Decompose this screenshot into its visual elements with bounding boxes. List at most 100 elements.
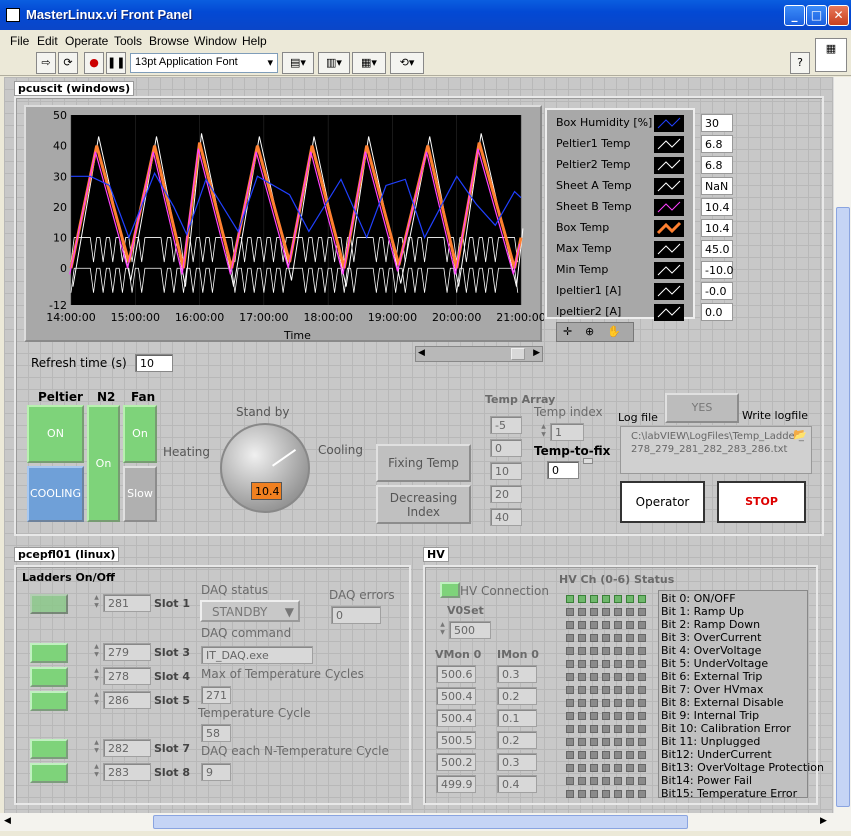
slot-id-input[interactable]: 278 (103, 667, 151, 685)
scroll-left-icon[interactable]: ◀ (4, 816, 11, 826)
vmon-value: 500.6 (436, 665, 476, 683)
decreasing-index-button[interactable]: Decreasing Index (376, 485, 471, 524)
stop-button[interactable]: STOP (717, 481, 806, 523)
temp-cycle-value: 58 (201, 724, 231, 742)
v0set-input[interactable]: 500 (449, 621, 491, 639)
font-select[interactable]: 13pt Application Font ▾ (130, 53, 278, 73)
hv-status-label: HV Ch (0-6) Status (559, 573, 675, 586)
pause-icon[interactable]: ❚❚ (106, 52, 126, 74)
menu-browse[interactable]: Browse (149, 34, 189, 48)
daq-status-select[interactable]: STANDBY ▼ (200, 600, 300, 622)
help-button[interactable]: ? (790, 52, 810, 74)
vertical-scrollbar[interactable] (833, 77, 851, 813)
browse-folder-icon[interactable]: 📂 (793, 428, 813, 442)
menu-tools[interactable]: Tools (114, 34, 142, 48)
slot-id-spinner[interactable]: ▲ ▼ (92, 594, 101, 612)
fan-on-button[interactable]: On (123, 405, 157, 463)
write-logfile-button[interactable]: YES (665, 393, 739, 423)
hv-status-led (590, 608, 598, 616)
maximize-button[interactable]: □ (806, 5, 827, 26)
hv-status-led (566, 608, 574, 616)
chart-scroll-thumb[interactable] (511, 348, 525, 360)
temp-array-3[interactable]: 20 (490, 485, 522, 503)
v0set-spinner[interactable]: ▲ ▼ (438, 621, 447, 639)
menu-help[interactable]: Help (242, 34, 267, 48)
slot-id-spinner[interactable]: ▲ ▼ (92, 763, 101, 781)
horizontal-scrollbar[interactable]: ◀ ▶ (0, 813, 851, 831)
daq-each-value[interactable]: 9 (201, 763, 231, 781)
menu-operate[interactable]: Operate (65, 34, 108, 48)
slot-id-spinner[interactable]: ▲ ▼ (92, 667, 101, 685)
run-icon[interactable]: ⇨ (36, 52, 56, 74)
peltier-mode-button[interactable]: COOLING (27, 466, 84, 522)
temp-array-2[interactable]: 10 (490, 462, 522, 480)
legend-item: Peltier1 Temp (556, 134, 691, 155)
write-logfile-label: Write logfile (742, 409, 809, 422)
vscroll-thumb[interactable] (836, 207, 850, 807)
close-button[interactable]: ✕ (828, 5, 849, 26)
hv-status-led (638, 608, 646, 616)
slot-label: Slot 7 (154, 742, 190, 755)
hv-status-led (578, 712, 586, 720)
hv-status-led (614, 634, 622, 642)
temp-array-0[interactable]: -5 (490, 416, 522, 434)
temp-array-4[interactable]: 40 (490, 508, 522, 526)
abort-icon[interactable]: ● (84, 52, 104, 74)
temp-index-input[interactable]: 1 (550, 423, 584, 441)
run-continuous-icon[interactable]: ⟳ (58, 52, 78, 74)
minimize-button[interactable]: _ (784, 5, 805, 26)
refresh-input[interactable]: 10 (135, 354, 173, 372)
n2-toggle[interactable]: On (87, 405, 120, 522)
chart-scrollbar[interactable]: ◀ ▶ (415, 346, 543, 362)
hv-status-led (578, 738, 586, 746)
legend-value: 6.8 (701, 135, 733, 153)
toolbar: ⇨ ⟳ ● ❚❚ 13pt Application Font ▾ ▤▾ ▥▾ ▦▾… (0, 38, 851, 76)
max-cycles-value[interactable]: 271 (201, 686, 231, 704)
chart-scroll-left-icon[interactable]: ◀ (418, 348, 425, 358)
operator-button[interactable]: Operator (620, 481, 705, 523)
hv-status-led (602, 634, 610, 642)
ladder-toggle[interactable] (30, 667, 68, 687)
distribute-icon[interactable]: ▥▾ (318, 52, 350, 74)
hand-icon[interactable]: ✋ (607, 325, 621, 338)
legend-swatch (654, 199, 684, 216)
fixing-temp-button[interactable]: Fixing Temp (376, 444, 471, 482)
hv-status-led (614, 751, 622, 759)
slot-id-input[interactable]: 281 (103, 594, 151, 612)
slot-id-spinner[interactable]: ▲ ▼ (92, 643, 101, 661)
ladder-toggle[interactable] (30, 643, 68, 663)
slot-id-input[interactable]: 282 (103, 739, 151, 757)
slot-id-input[interactable]: 283 (103, 763, 151, 781)
vmon-value: 500.4 (436, 687, 476, 705)
zoom-icon[interactable]: ⊕ (585, 325, 594, 338)
slot-id-spinner[interactable]: ▲ ▼ (92, 739, 101, 757)
fan-speed-button[interactable]: Slow (123, 466, 157, 522)
slot-id-input[interactable]: 286 (103, 691, 151, 709)
menu-file[interactable]: File (10, 34, 29, 48)
hv-status-led (566, 738, 574, 746)
hv-status-led (614, 673, 622, 681)
hscroll-thumb[interactable] (153, 815, 688, 829)
align-icon[interactable]: ▤▾ (282, 52, 314, 74)
slot-id-input[interactable]: 279 (103, 643, 151, 661)
resize-icon[interactable]: ▦▾ (352, 52, 386, 74)
temp-index-spinner[interactable]: ▲ ▼ (539, 423, 548, 441)
peltier-on-button[interactable]: ON (27, 405, 84, 463)
ladder-toggle[interactable] (30, 763, 68, 783)
crosshair-icon[interactable]: ✛ (563, 325, 572, 338)
vmon-value: 500.2 (436, 753, 476, 771)
legend-swatch (654, 136, 684, 153)
ladder-toggle[interactable] (30, 739, 68, 759)
menu-edit[interactable]: Edit (37, 34, 58, 48)
reorder-icon[interactable]: ⟲▾ (390, 52, 424, 74)
menu-window[interactable]: Window (194, 34, 237, 48)
slot-id-spinner[interactable]: ▲ ▼ (92, 691, 101, 709)
log-path-field[interactable]: C:\labVIEW\LogFiles\Temp_Ladder_278_279_… (620, 426, 812, 474)
chart-scroll-right-icon[interactable]: ▶ (533, 348, 540, 358)
vmon-value: 500.4 (436, 709, 476, 727)
ladder-toggle[interactable] (30, 594, 68, 614)
daq-command-input[interactable]: IT_DAQ.exe (201, 646, 313, 664)
ladder-toggle[interactable] (30, 691, 68, 711)
scroll-right-icon[interactable]: ▶ (820, 816, 827, 826)
temp-array-1[interactable]: 0 (490, 439, 522, 457)
